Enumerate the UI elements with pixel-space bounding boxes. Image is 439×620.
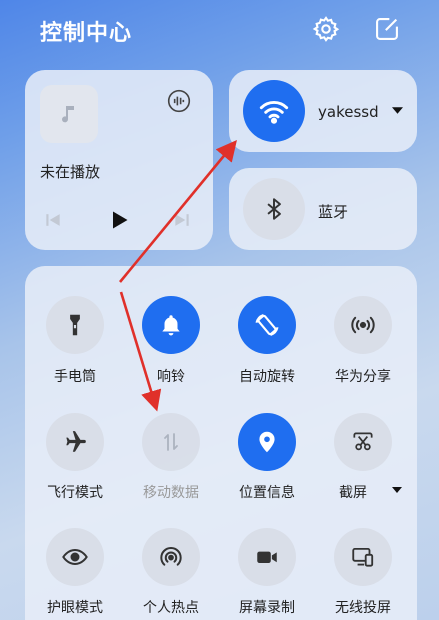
ring-toggle[interactable] <box>142 296 200 354</box>
flashlight-label: 手电筒 <box>54 369 96 385</box>
auto-rotate-toggle[interactable] <box>238 296 296 354</box>
video-record-icon <box>257 551 277 563</box>
wireless-projection-label: 无线投屏 <box>335 600 391 616</box>
flashlight-icon <box>70 314 80 336</box>
rotate-icon <box>255 313 279 337</box>
bell-icon <box>162 315 180 336</box>
page-title: 控制中心 <box>40 21 133 46</box>
bluetooth-icon <box>267 198 281 220</box>
airplane-icon <box>66 431 86 452</box>
hotspot-icon <box>160 546 182 566</box>
screenshot-dropdown-button[interactable] <box>390 483 404 497</box>
caret-down-icon <box>392 487 402 493</box>
huawei-share-toggle[interactable] <box>334 296 392 354</box>
airplane-mode-toggle[interactable] <box>46 413 104 471</box>
screenshot-label: 截屏 <box>339 485 367 501</box>
screen-record-toggle[interactable] <box>238 528 296 586</box>
album-art <box>40 85 98 143</box>
screenshot-toggle[interactable] <box>334 413 392 471</box>
wifi-icon <box>259 100 289 124</box>
next-track-button[interactable] <box>169 207 195 233</box>
play-icon <box>113 211 128 229</box>
huawei-share-label: 华为分享 <box>335 369 391 385</box>
next-icon <box>175 214 189 226</box>
share-icon <box>351 316 375 334</box>
caret-down-icon <box>391 106 403 114</box>
location-toggle[interactable] <box>238 413 296 471</box>
eye-icon <box>62 549 88 565</box>
previous-track-button[interactable] <box>40 207 66 233</box>
location-label: 位置信息 <box>239 485 295 501</box>
eye-comfort-label: 护眼模式 <box>47 600 103 616</box>
settings-button[interactable] <box>311 14 341 44</box>
bluetooth-toggle[interactable] <box>243 178 305 240</box>
ring-label: 响铃 <box>157 369 185 385</box>
edit-icon <box>376 18 398 40</box>
wifi-dropdown-button[interactable] <box>388 101 406 119</box>
auto-rotate-label: 自动旋转 <box>239 369 295 385</box>
location-icon <box>259 431 275 453</box>
screenshot-icon <box>353 432 373 451</box>
airplane-mode-label: 飞行模式 <box>47 485 103 501</box>
eye-comfort-toggle[interactable] <box>46 528 104 586</box>
wifi-network-name: yakessd <box>318 103 379 121</box>
audio-output-icon <box>167 89 191 113</box>
wireless-projection-toggle[interactable] <box>334 528 392 586</box>
music-note-icon <box>62 106 74 123</box>
edit-button[interactable] <box>372 14 402 44</box>
play-button[interactable] <box>105 206 133 234</box>
mobile-data-label: 移动数据 <box>143 485 199 501</box>
mobile-data-icon <box>164 433 178 451</box>
previous-icon <box>46 214 60 226</box>
media-status-text: 未在播放 <box>40 163 101 181</box>
bluetooth-label: 蓝牙 <box>318 203 349 221</box>
gear-icon <box>312 16 340 42</box>
wifi-toggle[interactable] <box>243 80 305 142</box>
mobile-data-toggle[interactable] <box>142 413 200 471</box>
hotspot-toggle[interactable] <box>142 528 200 586</box>
cast-screen-icon <box>352 547 374 567</box>
audio-output-button[interactable] <box>164 86 194 116</box>
hotspot-label: 个人热点 <box>143 600 199 616</box>
flashlight-toggle[interactable] <box>46 296 104 354</box>
screen-record-label: 屏幕录制 <box>239 600 295 616</box>
